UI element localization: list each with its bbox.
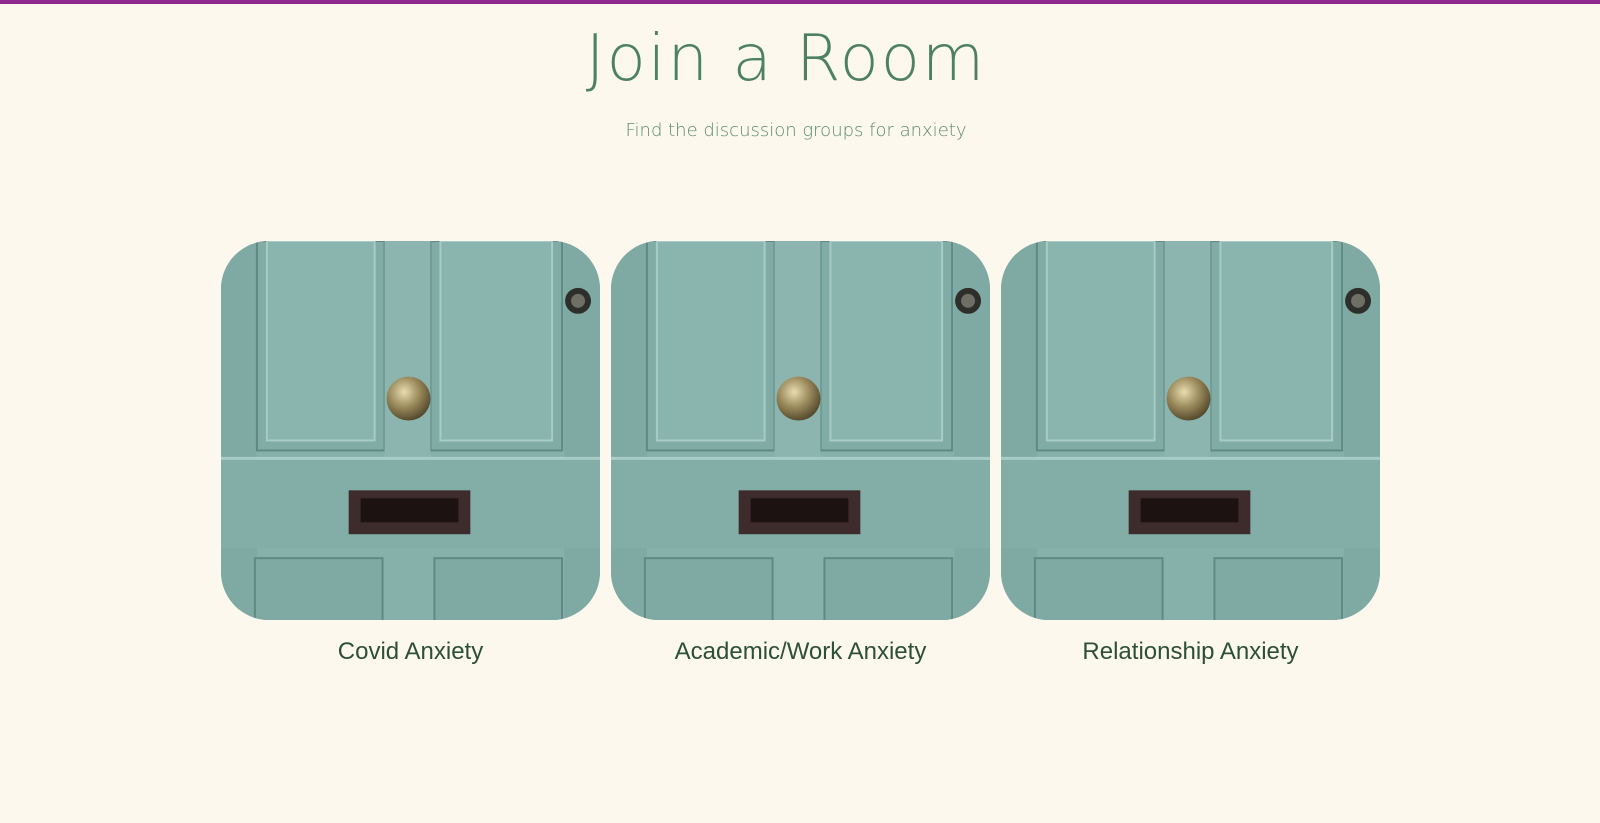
- room-card-academic-work[interactable]: Academic/Work Anxiety: [611, 241, 990, 666]
- door-image[interactable]: [611, 241, 990, 620]
- top-border-line: [0, 0, 1600, 4]
- page-subtitle: Find the discussion groups for anxiety: [625, 120, 967, 141]
- room-label[interactable]: Covid Anxiety: [221, 638, 600, 666]
- room-grid: Covid Anxiety Academic/Work Anxiety Rela…: [221, 241, 1381, 671]
- room-card-covid[interactable]: Covid Anxiety: [221, 241, 600, 666]
- door-image[interactable]: [1001, 241, 1380, 620]
- room-label[interactable]: Relationship Anxiety: [1001, 638, 1380, 666]
- room-label[interactable]: Academic/Work Anxiety: [611, 638, 990, 666]
- door-image[interactable]: [221, 241, 600, 620]
- page-title: Join a Room: [585, 22, 987, 96]
- room-card-relationship[interactable]: Relationship Anxiety: [1001, 241, 1380, 666]
